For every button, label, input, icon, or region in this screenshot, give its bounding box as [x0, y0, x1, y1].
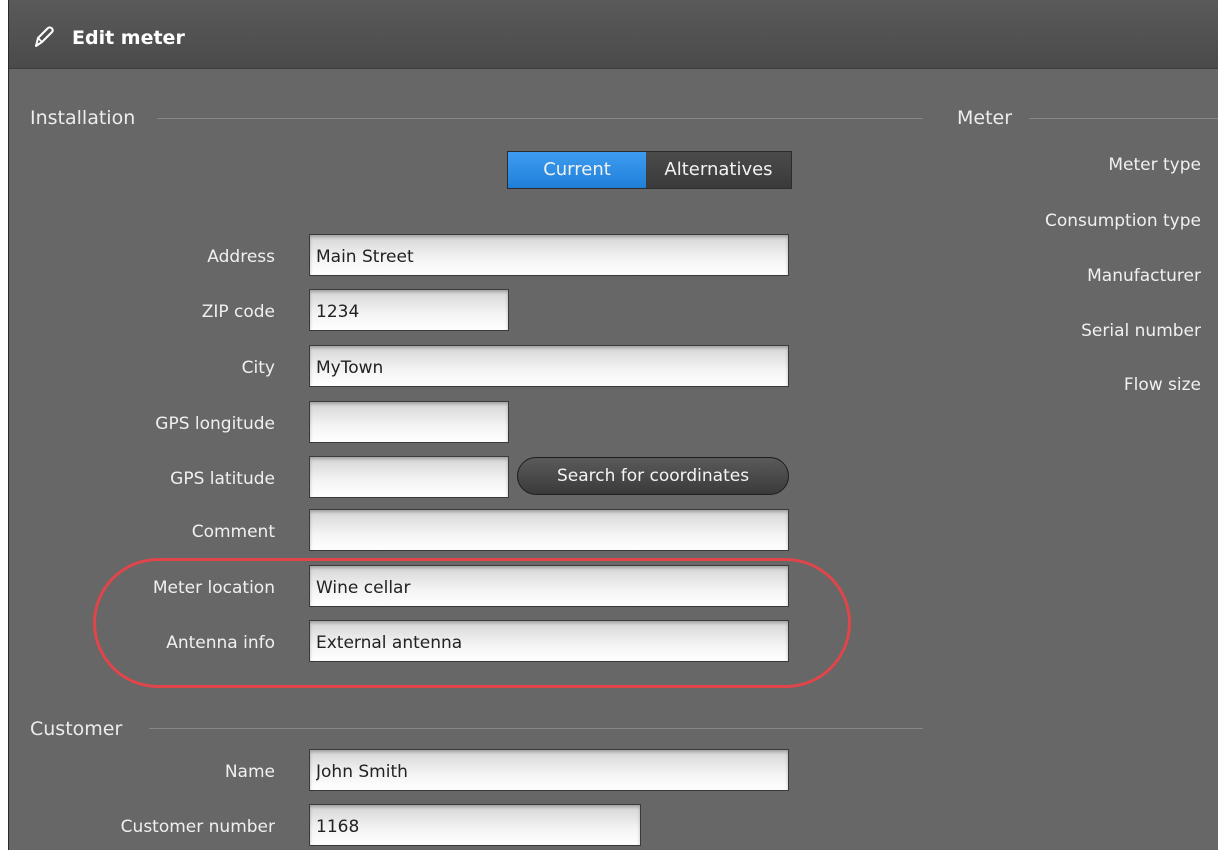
antenna-info-input[interactable]	[309, 620, 789, 662]
current-alternatives-toggle[interactable]: Current Alternatives	[507, 151, 792, 189]
serial-number-label: Serial number	[1081, 321, 1201, 341]
meter-divider	[1029, 118, 1218, 119]
title-bar: Edit meter	[9, 0, 1218, 69]
consumption-type-label: Consumption type	[1045, 211, 1201, 231]
gps-longitude-input[interactable]	[309, 401, 509, 443]
customer-heading: Customer	[30, 718, 123, 740]
name-input[interactable]	[309, 749, 789, 791]
customer-number-label: Customer number	[120, 817, 275, 837]
search-coordinates-button[interactable]: Search for coordinates	[517, 457, 789, 495]
antenna-info-label: Antenna info	[166, 633, 275, 653]
city-label: City	[241, 358, 275, 378]
meter-type-label: Meter type	[1108, 155, 1201, 175]
comment-label: Comment	[191, 522, 275, 542]
tab-current[interactable]: Current	[508, 152, 646, 188]
address-input[interactable]	[309, 234, 789, 276]
address-label: Address	[207, 247, 275, 267]
meter-location-label: Meter location	[152, 578, 275, 598]
installation-divider	[157, 118, 923, 119]
tab-alternatives[interactable]: Alternatives	[646, 152, 791, 188]
name-label: Name	[224, 762, 275, 782]
gps-longitude-label: GPS longitude	[155, 414, 275, 434]
comment-input[interactable]	[309, 509, 789, 551]
zip-code-label: ZIP code	[201, 302, 275, 322]
meter-location-input[interactable]	[309, 565, 789, 607]
flow-size-label: Flow size	[1123, 375, 1201, 395]
gps-latitude-input[interactable]	[309, 456, 509, 498]
meter-heading: Meter	[957, 107, 1013, 129]
window-title: Edit meter	[72, 27, 185, 49]
city-input[interactable]	[309, 345, 789, 387]
gps-latitude-label: GPS latitude	[170, 469, 275, 489]
pencil-icon	[31, 25, 55, 49]
zip-code-input[interactable]	[309, 289, 509, 331]
manufacturer-label: Manufacturer	[1087, 266, 1201, 286]
edit-meter-window: Edit meter Installation Current Alternat…	[8, 0, 1218, 850]
installation-heading: Installation	[30, 107, 136, 129]
customer-number-input[interactable]	[309, 804, 641, 846]
customer-divider	[149, 728, 923, 729]
